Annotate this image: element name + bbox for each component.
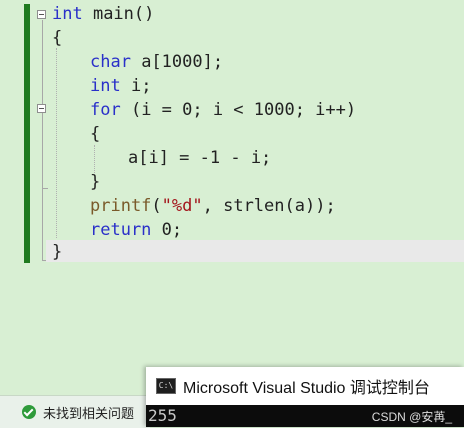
keyword-int: int — [90, 76, 121, 96]
code-editor[interactable]: int main() { char a[1000]; int i; for (i… — [0, 0, 464, 395]
fold-line-main — [42, 20, 43, 260]
function-printf: printf — [90, 196, 152, 216]
return-value: 0; — [151, 220, 183, 240]
status-message[interactable]: 未找到相关问题 — [43, 403, 134, 422]
keyword-int: int — [52, 4, 83, 24]
keyword-for: for — [90, 100, 121, 120]
code-line-10[interactable]: return 0; — [90, 218, 182, 242]
code-line-2[interactable]: { — [52, 26, 62, 50]
collapse-for-icon[interactable] — [37, 104, 46, 113]
collapse-main-icon[interactable] — [37, 10, 46, 19]
keyword-char: char — [90, 52, 131, 72]
for-header: (i = 0; i < 1000; i++) — [120, 100, 357, 120]
indent-guide-2 — [94, 145, 95, 173]
code-line-3[interactable]: char a[1000]; — [90, 50, 223, 74]
function-signature: main() — [82, 4, 155, 24]
code-line-4[interactable]: int i; — [90, 74, 151, 98]
debug-console-window[interactable]: C:\ Microsoft Visual Studio 调试控制台 255 ……… — [146, 367, 464, 427]
current-line-highlight — [46, 240, 464, 262]
printf-args: , strlen(a)); — [202, 196, 336, 216]
code-line-8[interactable]: } — [90, 170, 100, 194]
console-title: Microsoft Visual Studio 调试控制台 — [183, 380, 430, 397]
console-titlebar[interactable]: C:\ Microsoft Visual Studio 调试控制台 — [146, 367, 464, 405]
code-line-11[interactable]: } — [52, 240, 62, 264]
check-circle-icon — [22, 405, 36, 419]
declaration-a: a[1000]; — [130, 52, 224, 72]
code-line-1[interactable]: int main() — [52, 2, 154, 26]
declaration-i: i; — [120, 76, 152, 96]
code-line-9[interactable]: printf("%d", strlen(a)); — [90, 194, 336, 218]
console-app-icon: C:\ — [156, 378, 176, 394]
paren-open: ( — [151, 196, 162, 216]
code-line-6[interactable]: { — [90, 122, 100, 146]
status-bar[interactable]: 未找到相关问题 — [0, 395, 150, 428]
indent-guide-1 — [56, 48, 57, 238]
code-line-5[interactable]: for (i = 0; i < 1000; i++) — [90, 98, 356, 122]
change-indicator-bar — [24, 4, 30, 263]
keyword-return: return — [90, 220, 152, 240]
fold-end-for — [42, 188, 48, 189]
csdn-watermark: CSDN @安苒_ — [371, 410, 452, 424]
console-output-cut: …… …… — [172, 421, 224, 427]
format-string: "%d" — [161, 196, 203, 216]
code-line-7[interactable]: a[i] = -1 - i; — [128, 146, 271, 170]
